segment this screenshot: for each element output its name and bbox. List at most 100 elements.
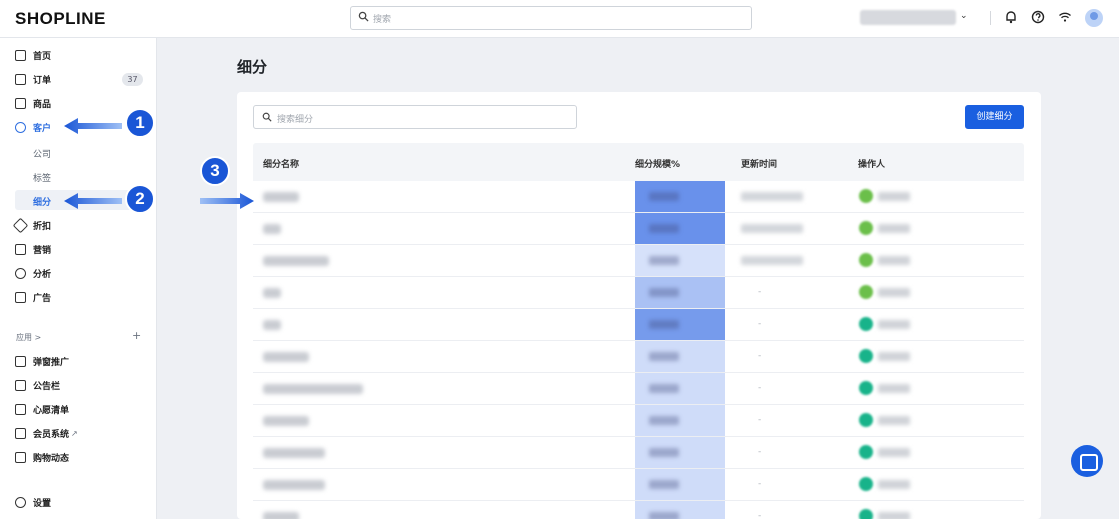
sidebar-subitem-company[interactable]: 公司 (33, 147, 51, 160)
table-row[interactable]: - (253, 405, 1024, 437)
annotation-number-1: 1 (125, 108, 155, 138)
table-row[interactable] (253, 213, 1024, 245)
sidebar-item-label: 折扣 (33, 221, 52, 232)
sidebar-item-label: 会员系统 (33, 429, 70, 440)
segment-name[interactable] (263, 352, 309, 362)
column-header-size[interactable]: 细分规模% (635, 157, 680, 170)
sidebar-item-label: 营销 (33, 245, 52, 256)
store-name[interactable] (860, 10, 956, 25)
sidebar-item-label: 公告栏 (33, 381, 61, 392)
segment-size-cell (635, 469, 725, 500)
segment-size-cell (635, 437, 725, 468)
segment-name[interactable] (263, 416, 309, 426)
popup-icon (15, 355, 26, 367)
create-segment-button[interactable]: 创建细分 (965, 105, 1024, 129)
table-row[interactable]: - (253, 373, 1024, 405)
sidebar-item-label: 弹窗推广 (33, 357, 70, 368)
table-row[interactable] (253, 245, 1024, 277)
column-header-name[interactable]: 细分名称 (263, 157, 299, 170)
segment-name[interactable] (263, 256, 329, 266)
sidebar-item-orders[interactable]: 订单 (15, 71, 51, 87)
operator-avatar (859, 349, 873, 363)
segment-size-cell (635, 501, 725, 519)
help-icon[interactable] (1031, 10, 1045, 24)
segment-size-cell (635, 277, 725, 308)
add-app-button[interactable]: + (132, 329, 141, 342)
segment-size-cell (635, 309, 725, 340)
segment-name[interactable] (263, 288, 281, 298)
operator-avatar (859, 189, 873, 203)
segment-name[interactable] (263, 192, 299, 202)
sidebar-subitem-tags[interactable]: 标签 (33, 171, 51, 184)
segment-name[interactable] (263, 480, 325, 490)
operator-avatar (859, 381, 873, 395)
chevron-down-icon[interactable]: ⌄ (960, 11, 968, 21)
user-avatar[interactable] (1085, 9, 1103, 27)
order-icon (15, 73, 26, 85)
updated-time: - (758, 479, 762, 489)
annotation-number-3: 3 (200, 156, 230, 186)
sidebar-item-discounts[interactable]: 折扣 (12, 217, 52, 233)
sidebar-app-announcement[interactable]: 公告栏 (15, 377, 60, 393)
sidebar-item-settings[interactable]: 设置 (15, 494, 51, 510)
column-header-operator[interactable]: 操作人 (858, 157, 885, 170)
table-row[interactable]: - (253, 309, 1024, 341)
annotation-arrow-3 (200, 193, 254, 209)
updated-time: - (758, 447, 762, 457)
wifi-icon[interactable] (1058, 10, 1072, 24)
chat-support-button[interactable] (1071, 445, 1103, 477)
table-row[interactable]: - (253, 437, 1024, 469)
product-icon (15, 97, 26, 109)
sidebar-app-membership[interactable]: 会员系统 ↗ (15, 425, 78, 441)
operator-avatar (859, 413, 873, 427)
operator-name (878, 416, 910, 425)
sidebar-subitem-segments[interactable]: 细分 (33, 195, 51, 208)
table-row[interactable]: - (253, 277, 1024, 309)
table-row[interactable]: - (253, 501, 1024, 519)
updated-time: - (758, 319, 762, 329)
column-header-updated[interactable]: 更新时间 (741, 157, 777, 170)
order-count-badge: 37 (122, 73, 143, 86)
apps-section-label[interactable]: 应用 > (16, 332, 41, 343)
updated-time: - (758, 351, 762, 361)
operator-avatar (859, 317, 873, 331)
sidebar-app-popup[interactable]: 弹窗推广 (15, 353, 69, 369)
segment-size-value (649, 224, 679, 233)
global-search-input[interactable]: 搜索 (350, 6, 752, 30)
shopping-feed-icon (15, 451, 26, 463)
segment-search-input[interactable]: 搜索细分 (253, 105, 577, 129)
annotation-number-2: 2 (125, 184, 155, 214)
table-row[interactable] (253, 181, 1024, 213)
segment-size-cell (635, 181, 725, 212)
segment-size-value (649, 384, 679, 393)
sidebar-item-ads[interactable]: 广告 (15, 289, 51, 305)
updated-time (741, 256, 803, 265)
shopline-logo[interactable]: SHOPLINE (15, 9, 106, 29)
sidebar-app-shopping-feed[interactable]: 购物动态 (15, 449, 69, 465)
segment-name[interactable] (263, 224, 281, 234)
operator-name (878, 192, 910, 201)
segment-name[interactable] (263, 448, 325, 458)
segment-name[interactable] (263, 384, 363, 394)
operator-name (878, 384, 910, 393)
table-row[interactable]: - (253, 469, 1024, 501)
sidebar-app-wishlist[interactable]: 心愿清单 (15, 401, 69, 417)
segment-name[interactable] (263, 320, 281, 330)
sidebar-item-products[interactable]: 商品 (15, 95, 51, 111)
sidebar-item-analytics[interactable]: 分析 (15, 265, 51, 281)
tag-icon (12, 217, 29, 233)
updated-time: - (758, 511, 762, 519)
operator-avatar (859, 445, 873, 459)
segments-card: 搜索细分 创建细分 细分名称 细分规模% 更新时间 操作人 - - - - - - - - (237, 92, 1041, 519)
segment-size-cell (635, 245, 725, 276)
sidebar-item-customers[interactable]: 客户 (15, 119, 51, 135)
table-row[interactable]: - (253, 341, 1024, 373)
top-bar: SHOPLINE 搜索 ⌄ (0, 0, 1119, 38)
bell-icon[interactable] (1004, 10, 1018, 24)
sidebar-item-label: 首页 (33, 51, 52, 62)
segment-size-value (649, 320, 679, 329)
segment-name[interactable] (263, 512, 299, 519)
sidebar-item-home[interactable]: 首页 (15, 47, 51, 63)
sidebar-item-label: 订单 (33, 75, 52, 86)
sidebar-item-marketing[interactable]: 营销 (15, 241, 51, 257)
